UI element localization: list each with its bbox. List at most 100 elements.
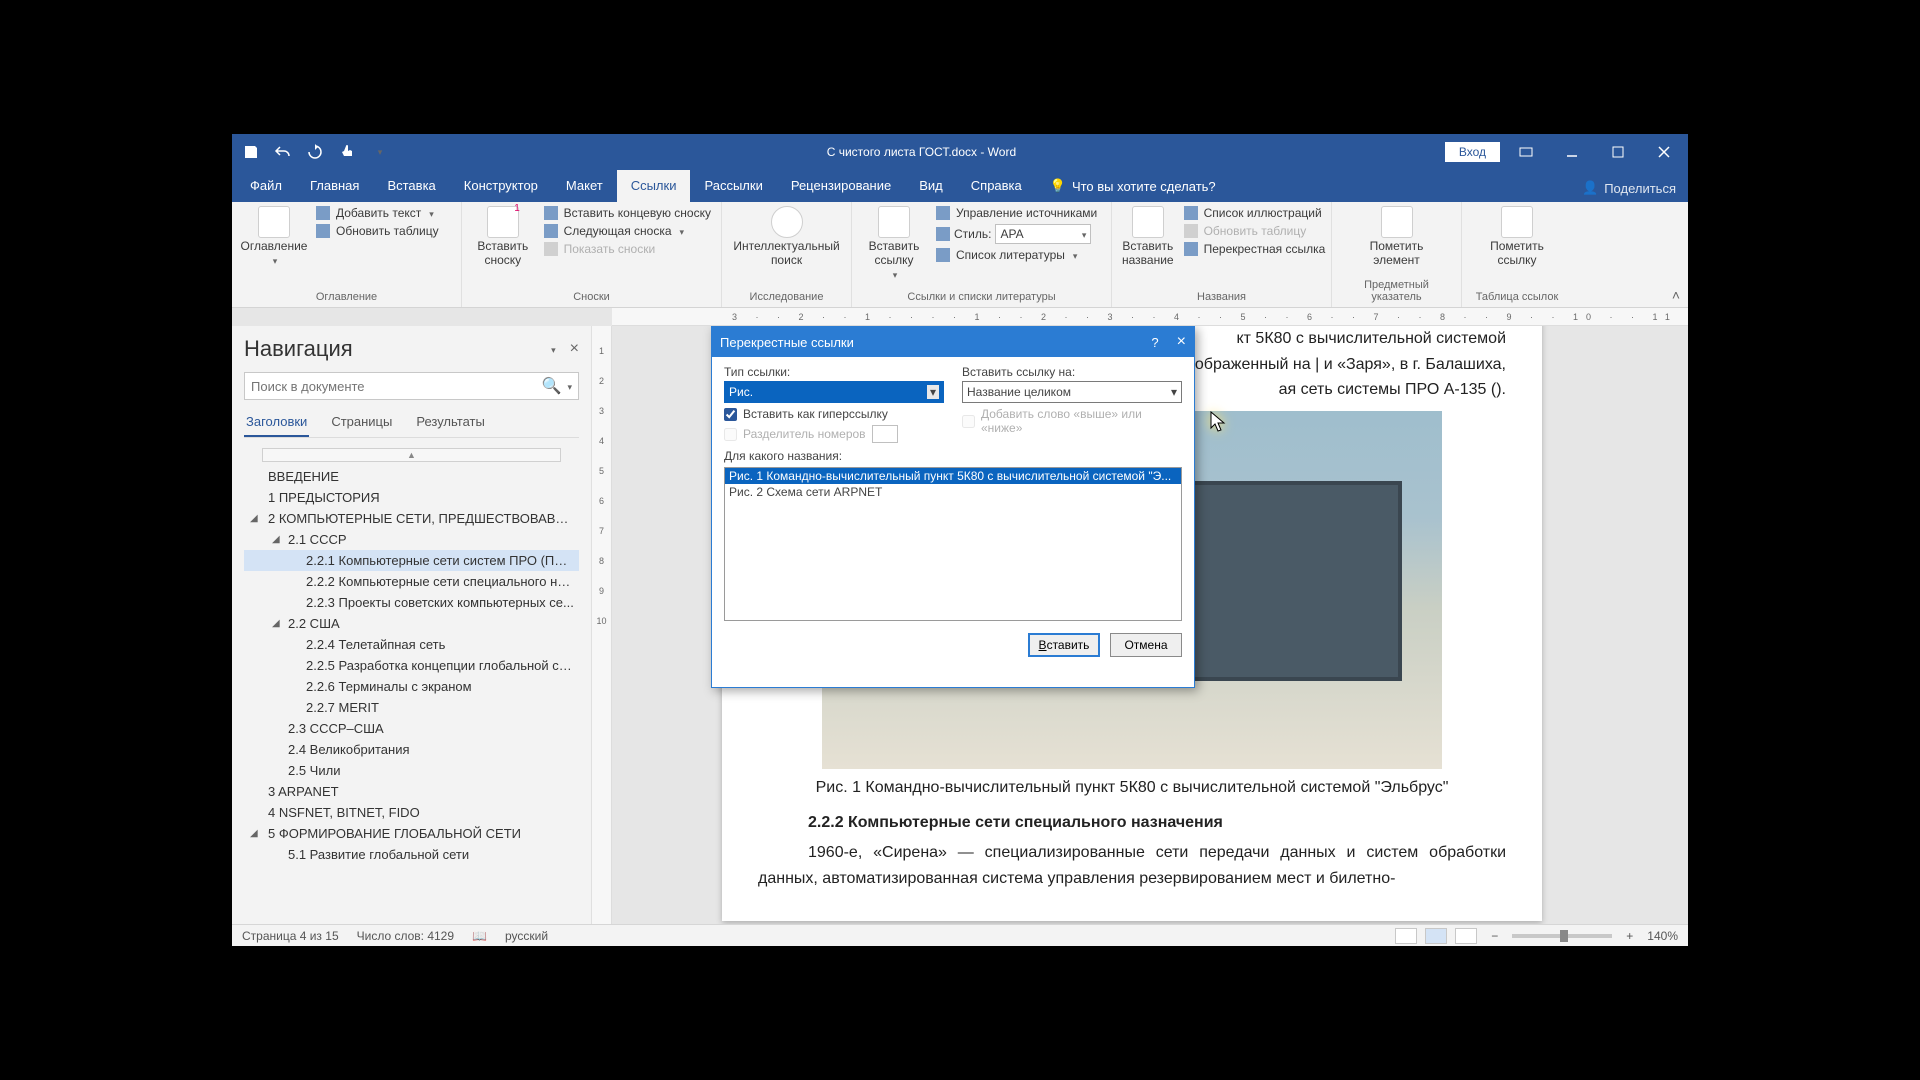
- insert-citation-button[interactable]: Вставить ссылку: [862, 206, 926, 281]
- tree-item-label: 2.2.3 Проекты советских компьютерных се.…: [306, 595, 574, 610]
- tree-item[interactable]: 1 ПРЕДЫСТОРИЯ: [244, 487, 579, 508]
- tree-item[interactable]: 2.4 Великобритания: [244, 739, 579, 760]
- tree-item[interactable]: ◢ 2.1 СССР: [244, 529, 579, 550]
- tree-item[interactable]: 2.2.3 Проекты советских компьютерных се.…: [244, 592, 579, 613]
- tree-item[interactable]: 2.3 СССР–США: [244, 718, 579, 739]
- tab-mailings[interactable]: Рассылки: [690, 170, 776, 202]
- nav-menu-icon[interactable]: [549, 340, 556, 358]
- collapse-ribbon-icon[interactable]: ˄: [1672, 287, 1680, 303]
- search-input[interactable]: [251, 379, 542, 394]
- insert-footnote-button[interactable]: 1Вставить сноску: [472, 206, 534, 268]
- tab-review[interactable]: Рецензирование: [777, 170, 905, 202]
- tree-item[interactable]: ВВЕДЕНИЕ: [244, 466, 579, 487]
- maximize-icon[interactable]: [1598, 137, 1638, 167]
- tree-item-label: 2.2.2 Компьютерные сети специального на.…: [306, 574, 575, 589]
- caption-list[interactable]: Рис. 1 Командно-вычислительный пункт 5К8…: [724, 467, 1182, 621]
- mark-citation-button[interactable]: Пометить ссылку: [1485, 206, 1549, 268]
- zoom-in-icon[interactable]: +: [1620, 929, 1639, 943]
- tree-item[interactable]: 2.5 Чили: [244, 760, 579, 781]
- tab-file[interactable]: Файл: [236, 170, 296, 202]
- reference-type-select[interactable]: Рис.▾: [724, 381, 944, 403]
- toc-button[interactable]: Оглавление: [242, 206, 306, 268]
- print-layout-icon[interactable]: [1425, 928, 1447, 944]
- tree-item[interactable]: ◢2 КОМПЬЮТЕРНЫЕ СЕТИ, ПРЕДШЕСТВОВАВШИЕ..…: [244, 508, 579, 529]
- dialog-help-icon[interactable]: ?: [1151, 335, 1158, 350]
- ruler-horizontal[interactable]: 3 · · 2 · · 1 · · · · 1 · · 2 · · 3 · · …: [612, 308, 1688, 326]
- tree-item[interactable]: ◢5 ФОРМИРОВАНИЕ ГЛОБАЛЬНОЙ СЕТИ: [244, 823, 579, 844]
- insert-caption-button[interactable]: Вставить название: [1122, 206, 1174, 268]
- cancel-button[interactable]: Отмена: [1110, 633, 1182, 657]
- tree-item[interactable]: ◢2.2 США: [244, 613, 579, 634]
- login-button[interactable]: Вход: [1445, 142, 1500, 162]
- minimize-icon[interactable]: [1552, 137, 1592, 167]
- tab-help[interactable]: Справка: [957, 170, 1036, 202]
- tree-item[interactable]: 2.2.2 Компьютерные сети специального на.…: [244, 571, 579, 592]
- tab-insert[interactable]: Вставка: [373, 170, 449, 202]
- status-words[interactable]: Число слов: 4129: [357, 929, 454, 943]
- caret-icon[interactable]: ◢: [250, 513, 258, 524]
- citation-style-select[interactable]: APA: [995, 224, 1091, 244]
- tab-references[interactable]: Ссылки: [617, 170, 691, 202]
- manage-sources-button[interactable]: Управление источниками: [936, 206, 1097, 220]
- tree-item[interactable]: 2.2.5 Разработка концепции глобальной се…: [244, 655, 579, 676]
- next-footnote-button[interactable]: Следующая сноска: [544, 224, 711, 238]
- tell-me[interactable]: 💡 Что вы хотите сделать?: [1036, 170, 1230, 202]
- qat-more-icon[interactable]: [370, 143, 388, 161]
- bibliography-button[interactable]: Список литературы: [936, 248, 1097, 262]
- ribbon-display-icon[interactable]: [1506, 137, 1546, 167]
- search-options-icon[interactable]: [565, 377, 572, 395]
- zoom-slider[interactable]: [1512, 934, 1612, 938]
- web-layout-icon[interactable]: [1455, 928, 1477, 944]
- share-button[interactable]: 👤 Поделиться: [1570, 174, 1688, 202]
- tree-item[interactable]: 4 NSFNET, BITNET, FIDO: [244, 802, 579, 823]
- cross-reference-button[interactable]: Перекрестная ссылка: [1184, 242, 1326, 256]
- tab-design[interactable]: Конструктор: [450, 170, 552, 202]
- nav-close-icon[interactable]: ×: [570, 340, 579, 358]
- touch-icon[interactable]: [338, 143, 356, 161]
- save-icon[interactable]: [242, 143, 260, 161]
- nav-tab-pages[interactable]: Страницы: [329, 408, 394, 437]
- update-toc-button[interactable]: Обновить таблицу: [316, 224, 439, 238]
- list-of-figures-button[interactable]: Список иллюстраций: [1184, 206, 1326, 220]
- tab-layout[interactable]: Макет: [552, 170, 617, 202]
- search-icon[interactable]: 🔍: [542, 376, 562, 396]
- redo-icon[interactable]: [306, 143, 324, 161]
- ruler-vertical[interactable]: 12345678910: [592, 326, 612, 924]
- tree-item[interactable]: 5.1 Развитие глобальной сети: [244, 844, 579, 865]
- insert-reference-select[interactable]: Название целиком▾: [962, 381, 1182, 403]
- dialog-close-icon[interactable]: ×: [1177, 333, 1186, 351]
- close-icon[interactable]: [1644, 137, 1684, 167]
- caret-icon[interactable]: ◢: [250, 828, 258, 839]
- style-icon: [936, 227, 950, 241]
- hyperlink-checkbox[interactable]: Вставить как гиперссылку: [724, 407, 944, 421]
- insert-endnote-button[interactable]: Вставить концевую сноску: [544, 206, 711, 220]
- nav-tab-headings[interactable]: Заголовки: [244, 408, 309, 437]
- smart-lookup-button[interactable]: Интеллектуальный поиск: [732, 206, 841, 268]
- undo-icon[interactable]: [274, 143, 292, 161]
- status-language[interactable]: русский: [505, 929, 548, 943]
- nav-tab-results[interactable]: Результаты: [414, 408, 486, 437]
- document-area[interactable]: 12345678910 кт 5К80 с вычислительной сис…: [592, 326, 1688, 924]
- mark-index-entry-button[interactable]: Пометить элемент: [1365, 206, 1429, 268]
- tree-item[interactable]: 2.2.7 MERIT: [244, 697, 579, 718]
- spellcheck-icon[interactable]: 📖: [472, 929, 487, 943]
- list-item[interactable]: Рис. 1 Командно-вычислительный пункт 5К8…: [725, 468, 1181, 484]
- zoom-level[interactable]: 140%: [1647, 929, 1678, 943]
- tree-item[interactable]: 2.2.4 Телетайпная сеть: [244, 634, 579, 655]
- list-item[interactable]: Рис. 2 Схема сети ARPNET: [725, 484, 1181, 500]
- tab-view[interactable]: Вид: [905, 170, 957, 202]
- nav-collapse-all[interactable]: ▲: [262, 448, 561, 462]
- tab-home[interactable]: Главная: [296, 170, 373, 202]
- read-mode-icon[interactable]: [1395, 928, 1417, 944]
- caret-icon[interactable]: ◢: [272, 534, 280, 545]
- insert-button[interactable]: Вставить: [1028, 633, 1100, 657]
- add-text-button[interactable]: Добавить текст: [316, 206, 439, 220]
- nav-search[interactable]: 🔍: [244, 372, 579, 400]
- tree-item[interactable]: 3 ARPANET: [244, 781, 579, 802]
- caret-icon[interactable]: ◢: [272, 618, 280, 629]
- tree-item[interactable]: 2.2.6 Терминалы с экраном: [244, 676, 579, 697]
- zoom-out-icon[interactable]: −: [1485, 929, 1504, 943]
- tree-item-label: 2.1 СССР: [288, 532, 347, 547]
- tree-item[interactable]: 2.2.1 Компьютерные сети систем ПРО (ПВО): [244, 550, 579, 571]
- status-page[interactable]: Страница 4 из 15: [242, 929, 339, 943]
